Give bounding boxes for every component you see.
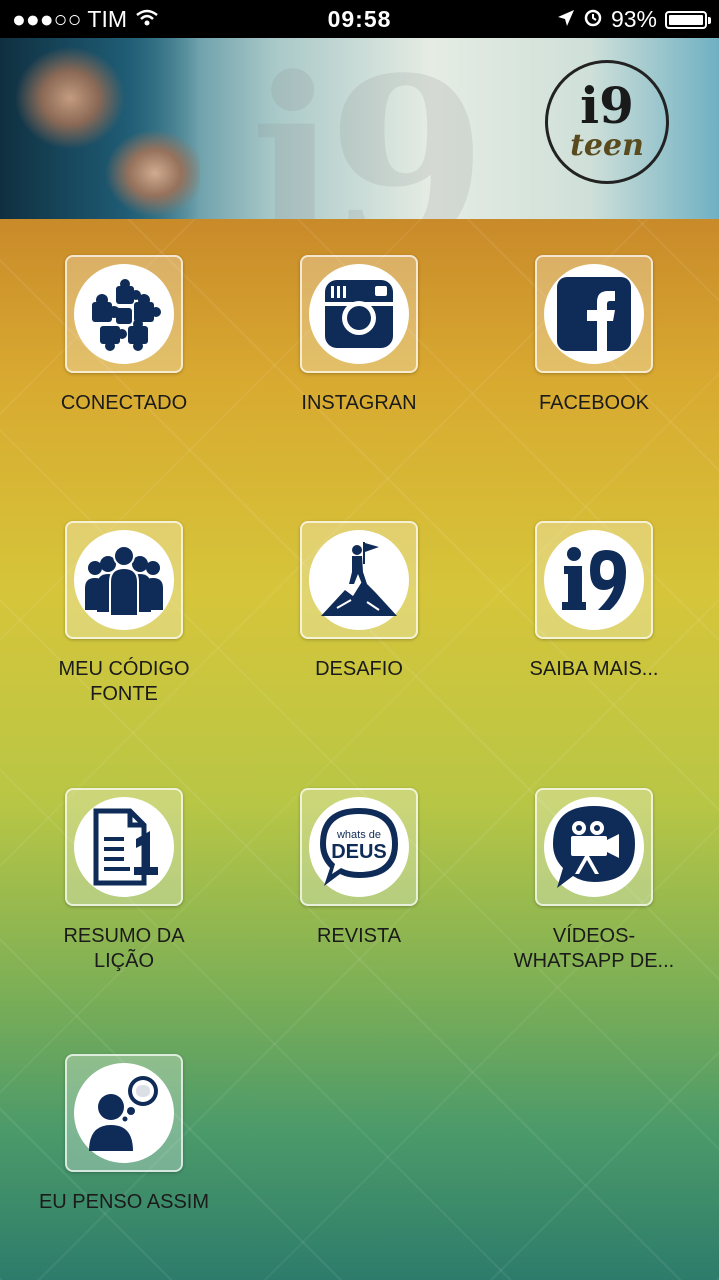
document-icon bbox=[93, 808, 158, 886]
status-bar: ●●●○○ TIM 09:58 93% bbox=[0, 0, 719, 38]
menu-grid: CONECTADO INSTAGRAN FACEBOOK MEU CÓDIGO … bbox=[0, 219, 719, 1280]
battery-percent: 93% bbox=[610, 6, 657, 32]
icon-text-top: whats de bbox=[336, 829, 381, 841]
video-camera-icon bbox=[553, 806, 635, 888]
tile-label: FACEBOOK bbox=[538, 392, 650, 414]
tile-revista[interactable]: whats de DEUS REVISTA bbox=[269, 788, 449, 949]
tile-label: INSTAGRAN bbox=[301, 392, 417, 414]
icon-text-bottom: DEUS bbox=[331, 841, 387, 863]
tile-facebook[interactable]: FACEBOOK bbox=[504, 255, 684, 416]
tile-icon-box[interactable] bbox=[65, 521, 183, 639]
puzzle-icon bbox=[92, 279, 161, 351]
tile-icon-box[interactable] bbox=[65, 788, 183, 906]
tile-icon-box[interactable] bbox=[535, 255, 653, 373]
logo-bottom-text: teen bbox=[570, 128, 644, 163]
alarm-icon bbox=[583, 6, 603, 33]
tile-eu-penso-assim[interactable]: EU PENSO ASSIM bbox=[34, 1054, 214, 1215]
tile-icon-box[interactable] bbox=[535, 521, 653, 639]
whats-de-deus-icon: whats de DEUS bbox=[320, 808, 398, 886]
tile-meu-codigo-fonte[interactable]: MEU CÓDIGO FONTE bbox=[34, 521, 214, 707]
tile-label: RESUMO DA LIÇÃO bbox=[63, 925, 185, 972]
group-icon bbox=[85, 545, 163, 617]
tile-videos-whatsapp[interactable]: VÍDEOS-WHATSAPP DE... bbox=[504, 788, 684, 974]
mountain-flag-icon bbox=[321, 542, 397, 616]
facebook-icon bbox=[557, 277, 631, 351]
tile-label: SAIBA MAIS... bbox=[529, 658, 659, 680]
tile-label: CONECTADO bbox=[60, 392, 188, 414]
tile-icon-box[interactable] bbox=[300, 255, 418, 373]
tile-resumo-da-licao[interactable]: RESUMO DA LIÇÃO bbox=[34, 788, 214, 974]
battery-icon bbox=[665, 10, 711, 29]
tile-icon-box[interactable] bbox=[300, 521, 418, 639]
tile-icon-box[interactable] bbox=[535, 788, 653, 906]
banner-watermark: i9 bbox=[250, 38, 487, 219]
tile-instagran[interactable]: INSTAGRAN bbox=[269, 255, 449, 416]
tile-icon-box[interactable] bbox=[65, 255, 183, 373]
status-right: 93% bbox=[557, 6, 711, 33]
tile-label: EU PENSO ASSIM bbox=[38, 1191, 210, 1213]
header-banner: i9 i9 teen bbox=[0, 38, 719, 219]
tile-label: VÍDEOS-WHATSAPP DE... bbox=[513, 925, 675, 972]
tile-icon-box[interactable]: whats de DEUS bbox=[300, 788, 418, 906]
instagram-icon bbox=[325, 280, 393, 348]
thinking-person-icon bbox=[89, 1076, 158, 1151]
logo-top-text: i9 bbox=[580, 76, 634, 135]
tile-label: REVISTA bbox=[316, 925, 402, 947]
tile-label: MEU CÓDIGO FONTE bbox=[58, 658, 190, 705]
location-arrow-icon bbox=[557, 6, 575, 33]
tile-icon-box[interactable] bbox=[65, 1054, 183, 1172]
i9-icon bbox=[562, 547, 626, 610]
banner-photo bbox=[0, 38, 200, 219]
tile-label: DESAFIO bbox=[315, 658, 403, 680]
tile-desafio[interactable]: DESAFIO bbox=[269, 521, 449, 682]
tile-conectado[interactable]: CONECTADO bbox=[34, 255, 214, 416]
tile-saiba-mais[interactable]: SAIBA MAIS... bbox=[504, 521, 684, 682]
i9-teen-logo: i9 teen bbox=[545, 60, 669, 184]
